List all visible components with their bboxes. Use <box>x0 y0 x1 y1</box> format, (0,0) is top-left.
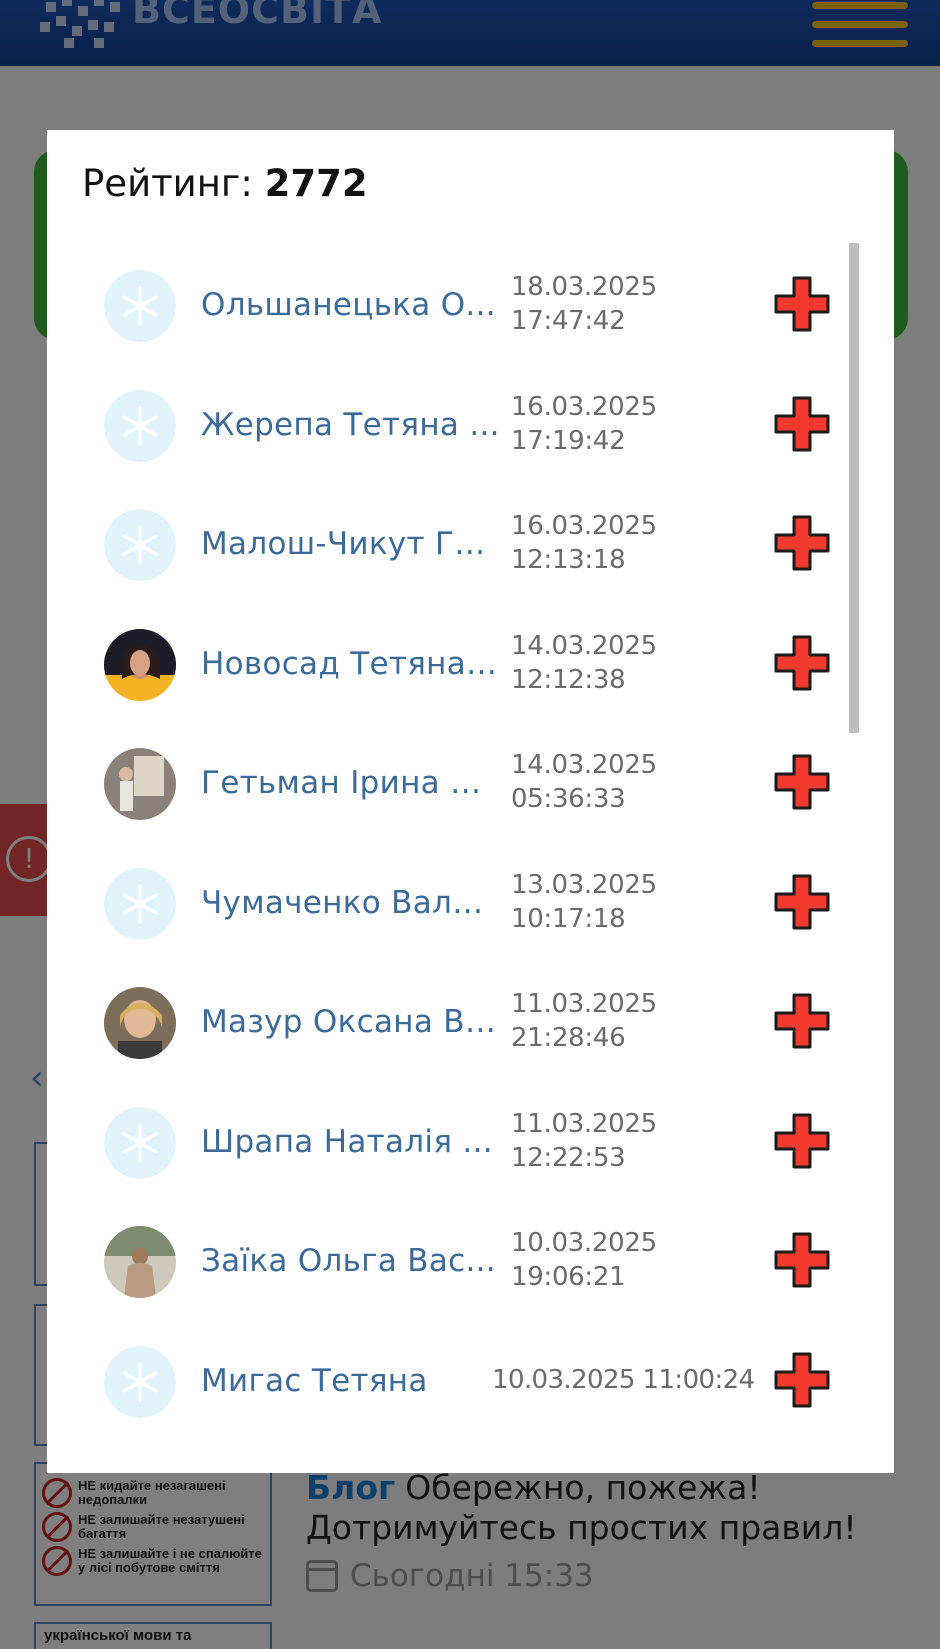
rating-time: 12:12:38 <box>511 664 626 695</box>
user-name-link[interactable]: Чумаченко Вале... <box>201 884 501 922</box>
user-name-link[interactable]: Мазур Оксана Ві... <box>201 1003 501 1041</box>
default-avatar-icon[interactable] <box>104 1106 176 1179</box>
rating-timestamp: 11.03.2025 12:22:53 <box>511 1107 691 1175</box>
rating-date: 16.03.2025 <box>511 391 657 422</box>
rating-time: 17:47:42 <box>511 306 626 336</box>
user-avatar[interactable] <box>104 987 176 1059</box>
rating-timestamp: 11.03.2025 21:28:46 <box>511 987 691 1055</box>
rating-date: 11.03.2025 <box>511 1108 657 1139</box>
rating-list-item[interactable]: Жерепа Тетяна ... 16.03.2025 17:19:42 <box>47 366 847 485</box>
rating-time: 17:19:42 <box>511 425 626 456</box>
rating-time: 12:22:53 <box>511 1142 626 1173</box>
rating-list-item[interactable]: Новосад Тетяна ... 14.03.2025 12:12:38 <box>47 605 847 724</box>
user-avatar[interactable] <box>104 1226 176 1298</box>
rating-date: 10.03.2025 <box>511 1228 657 1258</box>
default-avatar-icon[interactable] <box>104 270 176 342</box>
list-scrollbar[interactable] <box>849 243 859 733</box>
rating-list-item[interactable]: Ольшанецька О... 18.03.2025 17:47:42 <box>47 246 847 365</box>
rating-list-item[interactable]: Заїка Ольга Вас... 10.03.2025 19:06:21 <box>47 1202 847 1321</box>
rating-list-item[interactable]: Шрапа Наталія ... 11.03.2025 12:22:53 <box>47 1083 847 1202</box>
plus-icon[interactable] <box>772 394 832 454</box>
plus-icon[interactable] <box>772 872 832 932</box>
plus-icon[interactable] <box>772 513 832 573</box>
rating-time: 12:13:18 <box>511 545 626 575</box>
rating-timestamp: 16.03.2025 17:19:42 <box>511 390 691 458</box>
rating-value: 2772 <box>264 162 368 205</box>
default-avatar-icon[interactable] <box>104 867 176 940</box>
plus-icon[interactable] <box>772 633 832 693</box>
user-name-link[interactable]: Мигас Тетяна <box>201 1362 501 1400</box>
plus-icon[interactable] <box>772 752 832 812</box>
rating-list-item[interactable]: Малош-Чикут Га... 16.03.2025 12:13:18 <box>47 485 847 604</box>
rating-timestamp: 14.03.2025 12:12:38 <box>511 629 691 697</box>
user-name-link[interactable]: Гетьман Ірина Д... <box>201 764 501 802</box>
default-avatar-icon[interactable] <box>104 509 176 581</box>
plus-icon[interactable] <box>772 991 832 1051</box>
rating-time: 21:28:46 <box>511 1023 626 1053</box>
rating-time: 19:06:21 <box>511 1262 626 1292</box>
rating-label: Рейтинг: <box>82 162 253 205</box>
rating-timestamp: 14.03.2025 05:36:33 <box>511 748 691 816</box>
user-name-link[interactable]: Шрапа Наталія ... <box>201 1123 501 1161</box>
user-name-link[interactable]: Новосад Тетяна ... <box>201 645 501 683</box>
user-name-link[interactable]: Жерепа Тетяна ... <box>201 406 501 444</box>
plus-icon[interactable] <box>772 1350 832 1410</box>
modal-title: Рейтинг: 2772 <box>82 162 368 205</box>
rating-list-item[interactable]: Гетьман Ірина Д... 14.03.2025 05:36:33 <box>47 724 847 843</box>
rating-time: 05:36:33 <box>511 784 626 814</box>
rating-list-item[interactable]: Мазур Оксана Ві... 11.03.2025 21:28:46 <box>47 963 847 1082</box>
default-avatar-icon[interactable] <box>104 389 176 462</box>
rating-timestamp: 18.03.2025 17:47:42 <box>511 270 691 338</box>
user-name-link[interactable]: Заїка Ольга Вас... <box>201 1242 501 1280</box>
rating-list-item[interactable]: Чумаченко Вале... 13.03.2025 10:17:18 <box>47 844 847 963</box>
rating-date: 11.03.2025 <box>511 989 657 1019</box>
rating-list-item[interactable]: Мигас Тетяна 10.03.2025 11:00:24 <box>47 1322 847 1441</box>
rating-date: 16.03.2025 <box>511 511 657 541</box>
rating-timestamp: 16.03.2025 12:13:18 <box>511 509 691 577</box>
rating-modal: Рейтинг: 2772 Ольшанецька О... 18.03.2025… <box>47 130 894 1473</box>
rating-timestamp: 10.03.2025 19:06:21 <box>511 1226 691 1294</box>
rating-date: 14.03.2025 <box>511 750 657 780</box>
user-avatar[interactable] <box>104 748 176 820</box>
default-avatar-icon[interactable] <box>104 1345 176 1418</box>
rating-date: 10.03.2025 11:00:24 <box>492 1364 755 1395</box>
plus-icon[interactable] <box>772 1230 832 1290</box>
user-avatar[interactable] <box>104 628 176 701</box>
rating-date: 18.03.2025 <box>511 272 657 302</box>
rating-time: 10:17:18 <box>511 903 626 934</box>
plus-icon[interactable] <box>772 274 832 334</box>
rating-timestamp: 13.03.2025 10:17:18 <box>511 868 691 936</box>
user-name-link[interactable]: Ольшанецька О... <box>201 286 501 324</box>
rating-date: 13.03.2025 <box>511 869 657 900</box>
rating-timestamp: 10.03.2025 11:00:24 <box>492 1363 792 1397</box>
rating-list[interactable]: Ольшанецька О... 18.03.2025 17:47:42 Жерепа… <box>47 242 894 1473</box>
plus-icon[interactable] <box>772 1111 832 1171</box>
user-name-link[interactable]: Малош-Чикут Га... <box>201 525 501 563</box>
rating-date: 14.03.2025 <box>511 630 657 661</box>
